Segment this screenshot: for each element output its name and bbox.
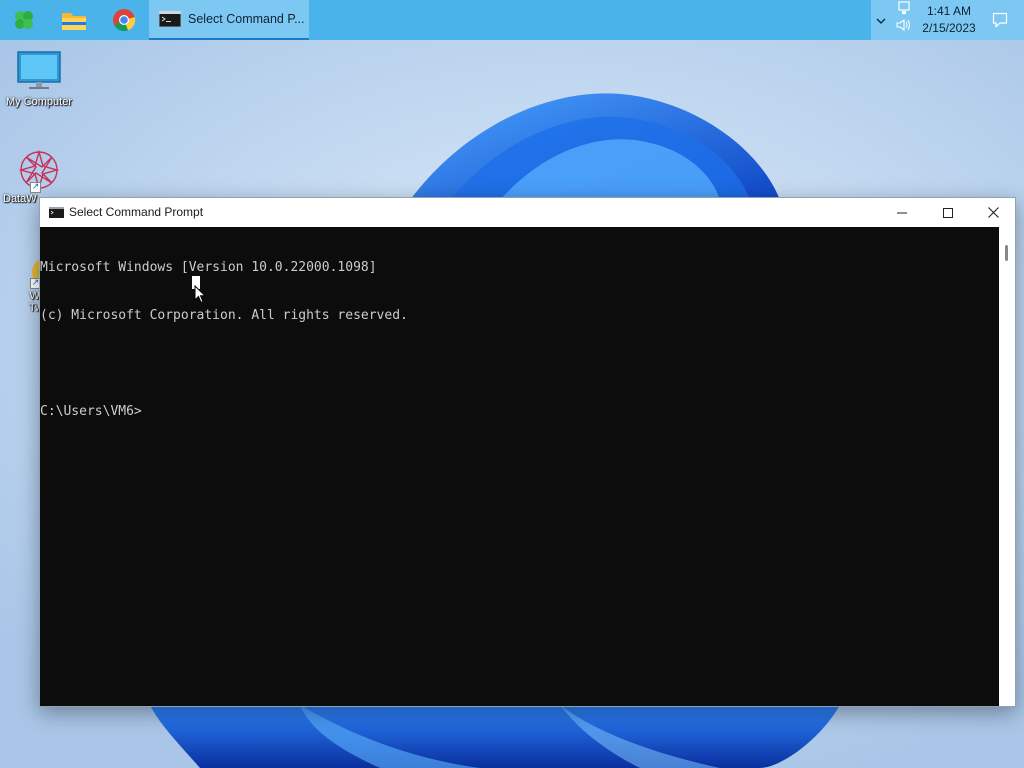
chevron-up-icon[interactable] (875, 12, 887, 31)
close-button[interactable] (970, 198, 1016, 227)
scrollbar-thumb[interactable] (1005, 245, 1008, 261)
close-icon (987, 207, 999, 218)
minimize-icon (897, 212, 907, 213)
shortcut-arrow-icon: ↗ (30, 182, 41, 193)
taskbar-task-cmd[interactable]: Select Command P... (149, 0, 309, 40)
maximize-icon (943, 207, 953, 218)
console-line: Microsoft Windows [Version 10.0.22000.10… (40, 260, 377, 275)
minimize-button[interactable] (879, 198, 925, 227)
maximize-button[interactable] (925, 198, 971, 227)
cmd-icon (159, 11, 181, 27)
taskbar-clock[interactable]: 1:41 AM 2/15/2023 (915, 3, 983, 37)
console-line: (c) Microsoft Corporation. All rights re… (40, 308, 408, 323)
cmd-icon (49, 207, 64, 218)
command-prompt-window[interactable]: Select Command Prompt Microsoft Windows … (39, 197, 1016, 707)
chrome-icon[interactable] (102, 0, 146, 40)
mouse-pointer-icon (194, 285, 206, 304)
console-prompt: C:\Users\VM6> (40, 404, 142, 419)
volume-icon[interactable] (895, 17, 913, 36)
window-titlebar[interactable]: Select Command Prompt (40, 198, 1015, 227)
desktop-icon-label: My Computer (5, 96, 73, 108)
taskbar: Select Command P... 1:41 AM 2/15/2023 (0, 0, 1024, 40)
console-scrollbar[interactable] (999, 227, 1015, 706)
desktop-icon-my-computer[interactable]: My Computer (1, 50, 77, 108)
window-title: Select Command Prompt (69, 205, 204, 219)
system-tray: 1:41 AM 2/15/2023 (871, 0, 1024, 40)
monitor-icon (17, 51, 61, 89)
clock-date: 2/15/2023 (922, 21, 976, 35)
taskbar-task-label: Select Command P... (188, 12, 305, 26)
clock-time: 1:41 AM (926, 4, 972, 18)
console-output[interactable]: Microsoft Windows [Version 10.0.22000.10… (40, 227, 1000, 706)
clover-start-icon[interactable] (2, 0, 46, 40)
file-explorer-icon[interactable] (52, 0, 96, 40)
notification-icon[interactable] (992, 12, 1008, 32)
